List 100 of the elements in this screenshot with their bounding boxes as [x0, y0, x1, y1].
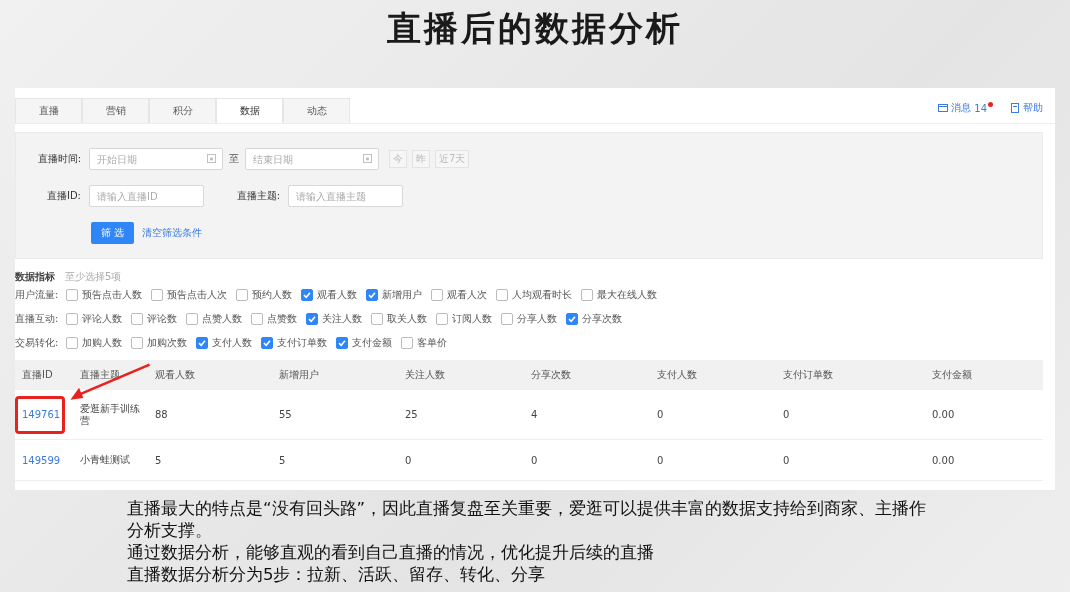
checkmark-icon — [337, 338, 347, 348]
tab[interactable]: 直播 — [15, 98, 82, 123]
checkbox-label[interactable]: 点赞人数 — [202, 312, 242, 326]
table-cell-text: 0 — [782, 409, 791, 420]
group-label: 用户流量: — [15, 288, 60, 302]
checkbox-label[interactable]: 分享次数 — [582, 312, 622, 326]
start-date-field[interactable]: 开始日期 — [89, 148, 223, 170]
caption-text: 直播最大的特点是“没有回头路”，因此直播复盘至关重要，爱逛可以提供丰富的数据支持给到商家、主播作分析支撑。 — [127, 498, 928, 542]
checkbox-label[interactable]: 人均观看时长 — [512, 288, 572, 302]
tab[interactable]: 数据 — [216, 98, 283, 123]
checkbox[interactable] — [186, 313, 198, 325]
checkbox-label[interactable]: 关注人数 — [322, 312, 362, 326]
checkmark-icon — [302, 290, 312, 300]
checkmark-icon — [262, 338, 272, 348]
checkbox-label[interactable]: 取关人数 — [387, 312, 427, 326]
column-header: 直播主题 — [79, 368, 121, 382]
checkbox[interactable] — [196, 337, 208, 349]
checkbox-label[interactable]: 观看人数 — [317, 288, 357, 302]
tab[interactable]: 动态 — [283, 98, 350, 123]
checkbox[interactable] — [66, 289, 78, 301]
end-date-field[interactable]: 结束日期 — [245, 148, 379, 170]
table-cell-text: 5 — [278, 454, 287, 466]
group-label: 交易转化: — [15, 336, 60, 350]
checkbox[interactable] — [436, 313, 448, 325]
checkmark-icon — [197, 338, 207, 348]
checkbox[interactable] — [496, 289, 508, 301]
checkbox-label[interactable]: 客单价 — [417, 336, 447, 350]
checkbox[interactable] — [251, 313, 263, 325]
checkbox-label[interactable]: 评论数 — [147, 312, 177, 326]
checkbox[interactable] — [66, 313, 78, 325]
checkbox-label[interactable]: 预告点击人数 — [82, 288, 142, 302]
slide-title: 直播后的数据分析 — [386, 7, 684, 50]
checkbox-label[interactable]: 订阅人数 — [452, 312, 492, 326]
clear-filters-link[interactable]: 清空筛选条件 — [142, 226, 202, 240]
checkbox-label[interactable]: 评论人数 — [82, 312, 122, 326]
table-cell-text: 25 — [404, 409, 419, 420]
filter-button[interactable]: 筛 选 — [91, 222, 134, 244]
table-cell-text: 5 — [154, 454, 163, 466]
checkmark-icon — [367, 290, 377, 300]
checkbox[interactable] — [306, 313, 318, 325]
messages-link[interactable]: 消息 — [951, 101, 972, 115]
checkbox-label[interactable]: 加购次数 — [147, 336, 187, 350]
caption-text: 通过数据分析，能够直观的看到自己直播的情况，优化提升后续的直播 — [127, 542, 655, 564]
group-label: 直播互动: — [15, 312, 60, 326]
checkbox[interactable] — [336, 337, 348, 349]
table-cell-text: 0.00 — [931, 454, 956, 466]
checkmark-icon — [307, 314, 317, 324]
checkbox-label[interactable]: 分享人数 — [517, 312, 557, 326]
tab[interactable]: 积分 — [149, 98, 216, 123]
envelope-icon — [938, 103, 949, 113]
column-header: 支付订单数 — [782, 368, 834, 382]
checkbox[interactable] — [236, 289, 248, 301]
field-label: 直播ID: — [45, 189, 82, 203]
checkbox-label[interactable]: 支付人数 — [212, 336, 252, 350]
checkbox[interactable] — [131, 313, 143, 325]
help-link[interactable]: 帮助 — [1023, 101, 1043, 115]
checkbox[interactable] — [366, 289, 378, 301]
checkbox[interactable] — [66, 337, 78, 349]
checkbox-label[interactable]: 支付金额 — [352, 336, 392, 350]
checkbox-label[interactable]: 新增用户 — [382, 288, 422, 302]
table-cell-text: 小青蛙测试 — [79, 454, 131, 466]
checkbox[interactable] — [431, 289, 443, 301]
table-cell-text: 0 — [782, 454, 791, 466]
live-id-field[interactable]: 请输入直播ID — [89, 185, 204, 207]
checkbox[interactable] — [301, 289, 313, 301]
tab[interactable]: 营销 — [82, 98, 149, 123]
table-cell-text: 0.00 — [931, 409, 956, 420]
checkbox-label[interactable]: 加购人数 — [82, 336, 122, 350]
message-count: 14 — [974, 102, 987, 114]
table-cell-text: 88 — [154, 409, 169, 420]
range-separator: 至 — [228, 152, 240, 166]
checkmark-icon — [567, 314, 577, 324]
column-header: 新增用户 — [278, 368, 320, 382]
table-cell-text: 0 — [404, 454, 413, 466]
field-label: 直播主题: — [235, 189, 281, 203]
table-cell-text: 爱逛新手训练营 — [79, 402, 141, 427]
live-id-link[interactable]: 149761 — [15, 408, 61, 421]
live-topic-field[interactable]: 请输入直播主题 — [288, 185, 403, 207]
column-header: 关注人数 — [404, 368, 446, 382]
checkbox[interactable] — [566, 313, 578, 325]
checkbox-label[interactable]: 最大在线人数 — [597, 288, 657, 302]
column-header: 分享次数 — [530, 368, 572, 382]
live-id-link[interactable]: 149599 — [15, 454, 61, 466]
checkbox-label[interactable]: 支付订单数 — [277, 336, 327, 350]
checkbox[interactable] — [371, 313, 383, 325]
column-header: 支付金额 — [931, 368, 973, 382]
checkbox[interactable] — [151, 289, 163, 301]
checkbox[interactable] — [261, 337, 273, 349]
checkbox[interactable] — [501, 313, 513, 325]
checkbox[interactable] — [131, 337, 143, 349]
caption-text: 直播数据分析分为5步：拉新、活跃、留存、转化、分享 — [127, 564, 547, 586]
checkbox-label[interactable]: 预告点击人次 — [167, 288, 227, 302]
checkbox[interactable] — [581, 289, 593, 301]
checkbox-label[interactable]: 点赞数 — [267, 312, 297, 326]
document-icon — [1010, 103, 1020, 113]
table-cell-text: 0 — [656, 454, 665, 466]
checkbox-label[interactable]: 观看人次 — [447, 288, 487, 302]
checkbox-label[interactable]: 预约人数 — [252, 288, 292, 302]
table-cell-text: 55 — [278, 409, 293, 420]
checkbox[interactable] — [401, 337, 413, 349]
